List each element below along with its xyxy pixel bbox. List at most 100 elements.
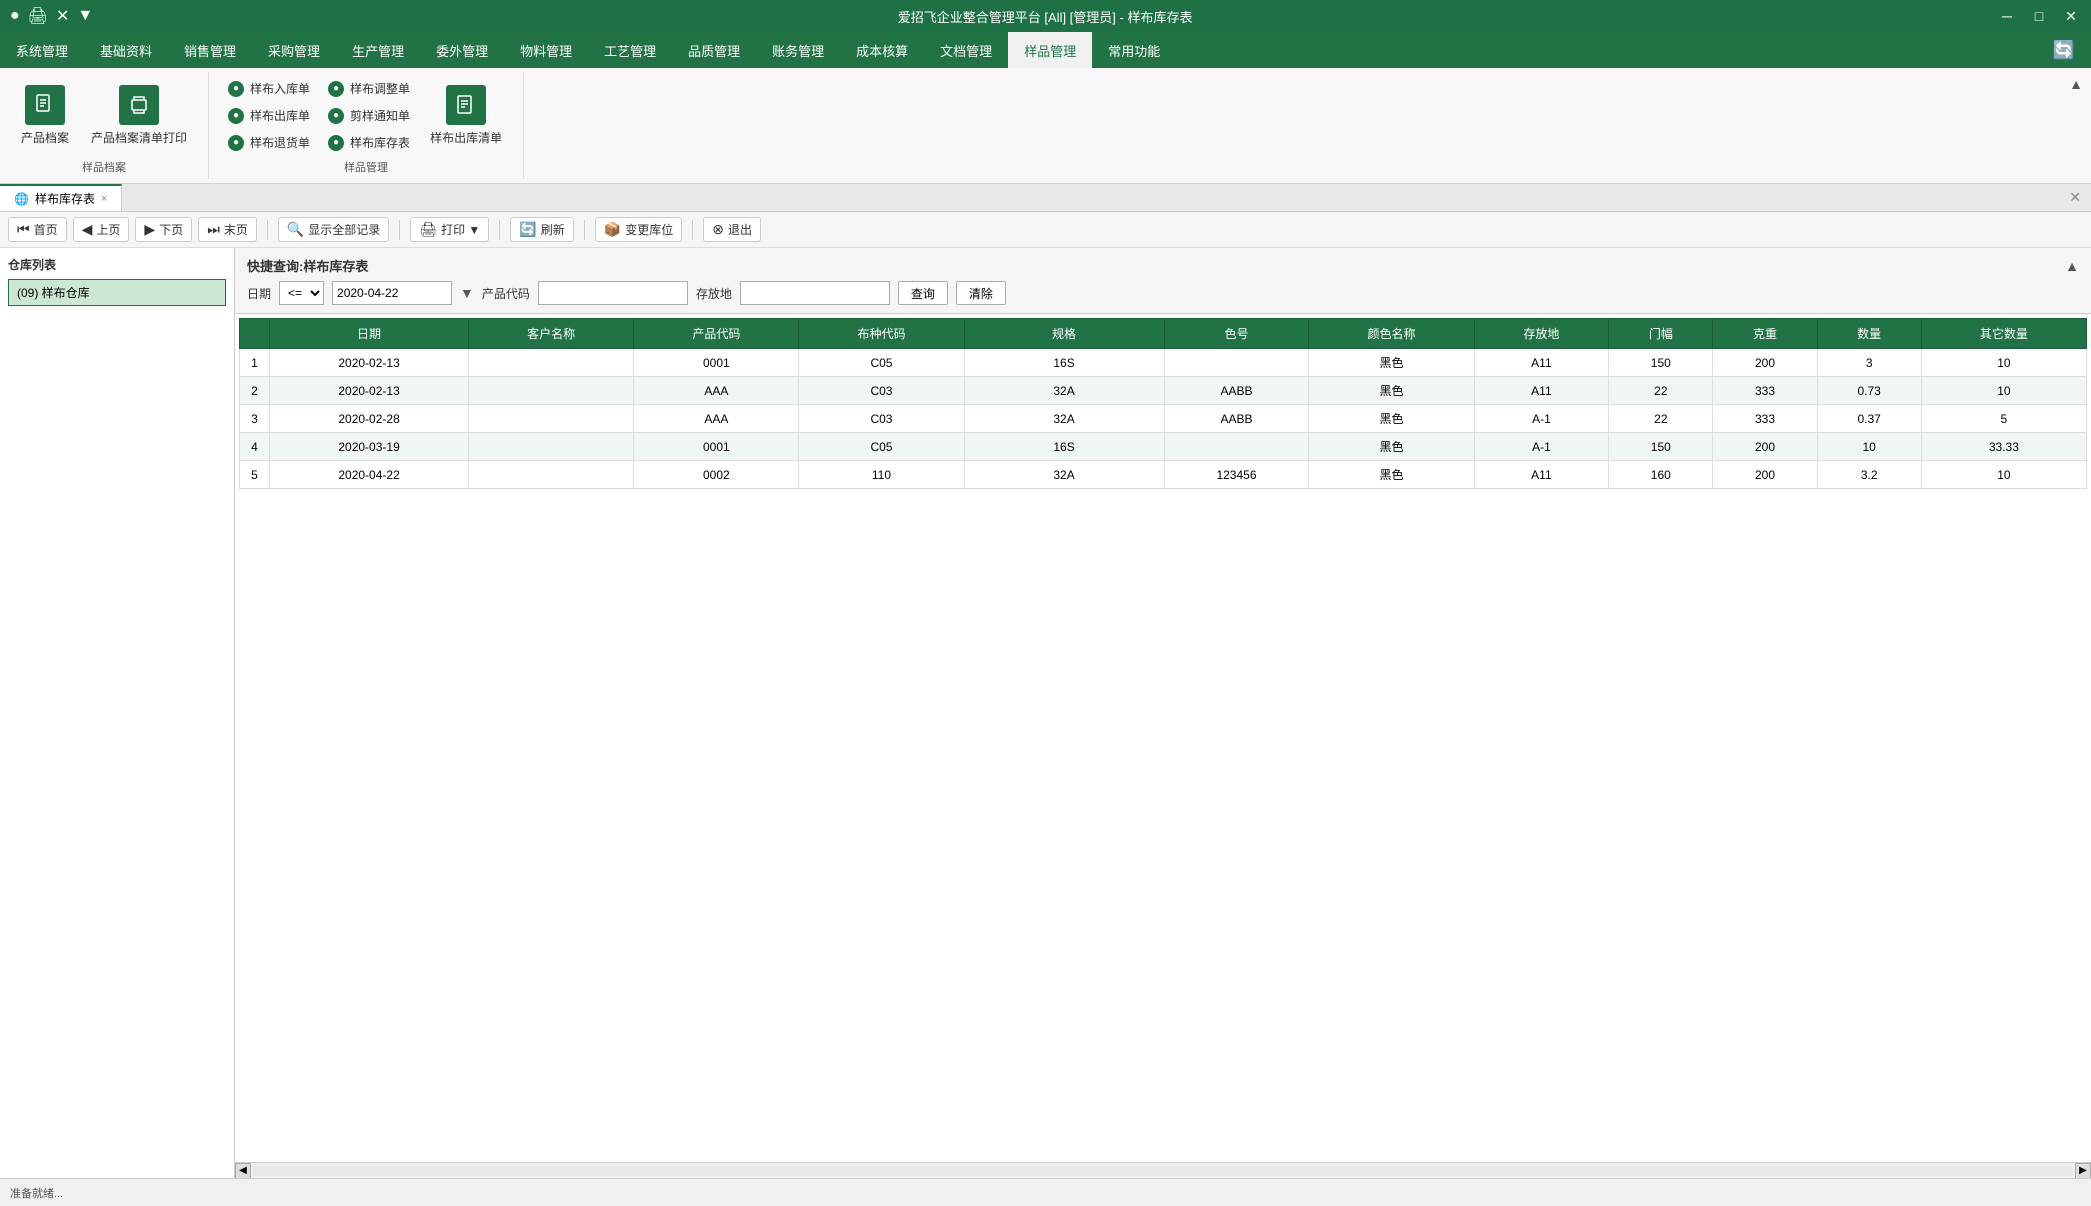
- stock-adjust-btn[interactable]: ● 样布调整单: [321, 76, 417, 101]
- menu-basic[interactable]: 基础资料: [84, 32, 168, 68]
- cell-customer: [469, 377, 634, 405]
- maximize-btn[interactable]: □: [2029, 8, 2049, 25]
- show-all-btn[interactable]: 🔍 显示全部记录: [278, 217, 389, 242]
- first-page-btn[interactable]: ⏮ 首页: [8, 217, 67, 242]
- scroll-track[interactable]: [253, 1166, 2073, 1176]
- toolbar: ⏮ 首页 ◀ 上页 ▶ 下页 ⏭ 末页 🔍 显示全部记录 🖨 打印 ▼ 🔄 刷新…: [0, 212, 2091, 248]
- sidebar: 仓库列表 (09) 样布仓库: [0, 248, 235, 1178]
- menu-system[interactable]: 系统管理: [0, 32, 84, 68]
- ribbon-collapse-btn[interactable]: ▲: [2061, 72, 2091, 96]
- row-num: 4: [240, 433, 270, 461]
- prev-page-btn[interactable]: ◀ 上页: [73, 217, 130, 242]
- cell-fabric-code: C05: [799, 349, 964, 377]
- tab-label: 样布库存表: [35, 190, 95, 207]
- storage-input[interactable]: [740, 281, 890, 305]
- print-icon: 🖨: [419, 221, 437, 238]
- change-loc-label: 变更库位: [625, 221, 673, 238]
- cell-fabric-code: C03: [799, 405, 964, 433]
- cell-other-qty: 10: [1921, 349, 2086, 377]
- stock-adjust-label: 样布调整单: [350, 80, 410, 97]
- menu-common[interactable]: 常用功能: [1092, 32, 1176, 68]
- menu-bar: 系统管理 基础资料 销售管理 采购管理 生产管理 委外管理 物料管理 工艺管理 …: [0, 32, 2091, 68]
- cell-qty: 3.2: [1817, 461, 1921, 489]
- table-row[interactable]: 22020-02-13AAAC0332AAABB黑色A11223330.7310: [240, 377, 2087, 405]
- tab-bar-close[interactable]: ✕: [2059, 185, 2091, 210]
- stock-table-btn[interactable]: ● 样布库存表: [321, 130, 417, 155]
- date-label: 日期: [247, 285, 271, 302]
- product-print-label: 产品档案清单打印: [91, 129, 187, 146]
- tab-close-btn[interactable]: ×: [101, 193, 107, 205]
- stock-out-list-btn[interactable]: 样布出库清单: [421, 80, 511, 151]
- exit-btn[interactable]: ⊗ 退出: [703, 217, 761, 242]
- scroll-right-arrow[interactable]: ▶: [2075, 1163, 2091, 1179]
- prev-icon: ◀: [82, 221, 93, 238]
- cell-product-code: 0002: [634, 461, 799, 489]
- refresh-btn[interactable]: 🔄 刷新: [510, 217, 573, 242]
- cell-fabric-code: C03: [799, 377, 964, 405]
- search-row: 日期 <= >= = < > ▼ 产品代码 存放地 查询 清除: [247, 281, 2079, 305]
- print-icon[interactable]: 🖨: [28, 6, 48, 26]
- table-row[interactable]: 32020-02-28AAAC0332AAABB黑色A-1223330.375: [240, 405, 2087, 433]
- date-dropdown-icon[interactable]: ▼: [460, 285, 474, 301]
- search-collapse-btn[interactable]: ▲: [2065, 258, 2079, 274]
- cell-other-qty: 10: [1921, 461, 2086, 489]
- table-row[interactable]: 42020-03-190001C0516S黑色A-11502001033.33: [240, 433, 2087, 461]
- cut-notify-btn[interactable]: ● 剪样通知单: [321, 103, 417, 128]
- close-btn[interactable]: ✕: [2061, 8, 2081, 25]
- cell-other-qty: 33.33: [1921, 433, 2086, 461]
- product-print-btn[interactable]: 产品档案清单打印: [82, 80, 196, 151]
- last-page-btn[interactable]: ⏭ 末页: [198, 217, 257, 242]
- minimize-btn[interactable]: ─: [1997, 8, 2017, 25]
- menu-purchase[interactable]: 采购管理: [252, 32, 336, 68]
- change-loc-btn[interactable]: 📦 变更库位: [595, 217, 682, 242]
- dropdown-icon[interactable]: ▼: [77, 7, 93, 25]
- cell-spec: 16S: [964, 433, 1164, 461]
- cell-weight: 200: [1713, 349, 1817, 377]
- tab-stock-table[interactable]: 🌐 样布库存表 ×: [0, 184, 122, 211]
- menu-cost[interactable]: 成本核算: [840, 32, 924, 68]
- cell-storage: A-1: [1474, 433, 1609, 461]
- menu-sales[interactable]: 销售管理: [168, 32, 252, 68]
- cell-customer: [469, 461, 634, 489]
- stock-in-btn[interactable]: ● 样布入库单: [221, 76, 317, 101]
- date-input[interactable]: [332, 281, 452, 305]
- cell-color-no: AABB: [1164, 405, 1309, 433]
- cut-notify-label: 剪样通知单: [350, 107, 410, 124]
- menu-quality[interactable]: 品质管理: [672, 32, 756, 68]
- last-label: 末页: [224, 221, 248, 238]
- exit-icon: ⊗: [712, 221, 724, 238]
- menu-account[interactable]: 账务管理: [756, 32, 840, 68]
- stock-out-btn[interactable]: ● 样布出库单: [221, 103, 317, 128]
- menu-process[interactable]: 工艺管理: [588, 32, 672, 68]
- date-op-select[interactable]: <= >= = < >: [279, 281, 324, 305]
- clear-btn[interactable]: 清除: [956, 281, 1006, 305]
- next-page-btn[interactable]: ▶ 下页: [135, 217, 192, 242]
- table-row[interactable]: 52020-04-22000211032A123456黑色A111602003.…: [240, 461, 2087, 489]
- scroll-left-arrow[interactable]: ◀: [235, 1163, 251, 1179]
- stock-table-label: 样布库存表: [350, 134, 410, 151]
- cell-spec: 16S: [964, 349, 1164, 377]
- menu-material[interactable]: 物料管理: [504, 32, 588, 68]
- menu-docs[interactable]: 文档管理: [924, 32, 1008, 68]
- refresh-icon[interactable]: 🔄: [2037, 32, 2091, 68]
- product-file-btn[interactable]: 产品档案: [12, 80, 78, 151]
- menu-outsource[interactable]: 委外管理: [420, 32, 504, 68]
- refresh-icon: 🔄: [519, 221, 536, 238]
- h-scrollbar[interactable]: ◀ ▶: [235, 1162, 2091, 1178]
- cell-weight: 200: [1713, 461, 1817, 489]
- sep3: [499, 220, 500, 240]
- menu-sample[interactable]: 样品管理: [1008, 32, 1092, 68]
- next-icon: ▶: [144, 221, 155, 238]
- table-row[interactable]: 12020-02-130001C0516S黑色A11150200310: [240, 349, 2087, 377]
- query-btn[interactable]: 查询: [898, 281, 948, 305]
- cell-color-name: 黑色: [1309, 461, 1474, 489]
- print-btn[interactable]: 🖨 打印 ▼: [410, 217, 489, 242]
- tools-icon[interactable]: ✕: [56, 6, 69, 26]
- cell-date: 2020-02-13: [270, 349, 469, 377]
- product-code-input[interactable]: [538, 281, 688, 305]
- warehouse-item-09[interactable]: (09) 样布仓库: [8, 279, 226, 306]
- menu-production[interactable]: 生产管理: [336, 32, 420, 68]
- stock-return-btn[interactable]: ● 样布退货单: [221, 130, 317, 155]
- cell-qty: 10: [1817, 433, 1921, 461]
- cell-customer: [469, 405, 634, 433]
